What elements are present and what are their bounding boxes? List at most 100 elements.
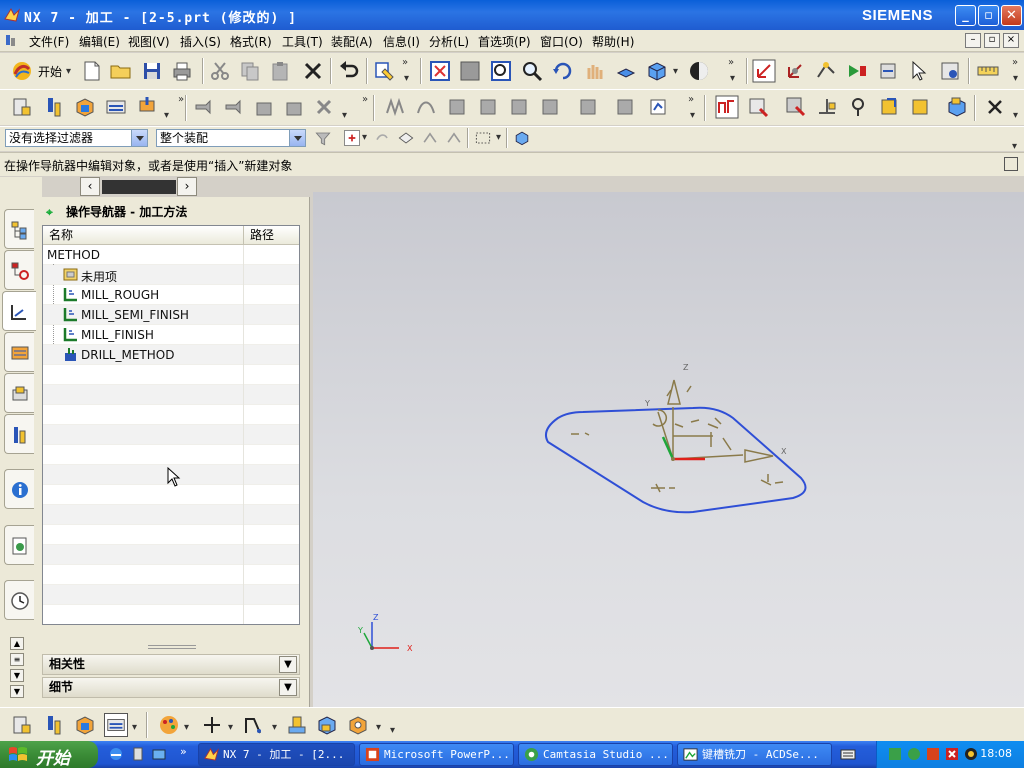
save-icon[interactable] (140, 59, 164, 83)
doc-minimize-button[interactable]: – (965, 33, 981, 48)
feeds-speeds-icon[interactable] (715, 95, 739, 119)
type-filter-dropdown[interactable]: 没有选择过滤器 (5, 129, 148, 147)
menu-information[interactable]: 信息(I) (383, 33, 420, 50)
scope-dropdown[interactable]: 整个装配 (156, 129, 306, 147)
details-section[interactable]: 细节 ▼ (42, 677, 300, 698)
menu-edit[interactable]: 编辑(E) (79, 33, 120, 50)
tool-path-verify-icon[interactable] (814, 59, 838, 83)
close-toolbar-icon[interactable] (983, 95, 1007, 119)
cam-output-icon[interactable] (613, 95, 637, 119)
select-arrow-icon[interactable] (907, 59, 931, 83)
blank-icon[interactable] (877, 95, 901, 119)
tab-machining-feature-navigator[interactable] (4, 373, 34, 413)
create-geometry-icon[interactable] (73, 95, 97, 119)
tray-security-icon[interactable] (944, 746, 960, 762)
undo-icon[interactable] (337, 59, 361, 83)
block-icon[interactable] (315, 713, 339, 737)
pattern-feature-icon[interactable] (346, 713, 370, 737)
quicklaunch-desktop-icon[interactable] (151, 746, 167, 762)
perspective-icon[interactable] (614, 59, 638, 83)
color-palette-icon[interactable] (157, 713, 181, 737)
minimize-button[interactable]: _ (955, 5, 976, 26)
sketch-curve-icon[interactable] (242, 713, 266, 737)
cut-icon[interactable] (208, 59, 232, 83)
replay-path-icon[interactable] (414, 95, 438, 119)
tree-row-mill-semi-finish[interactable]: MILL_SEMI_FINISH (43, 305, 299, 325)
chevron-down-icon[interactable] (131, 130, 147, 146)
machine-tool-view-icon[interactable] (222, 95, 246, 119)
create-tool-icon[interactable] (42, 95, 66, 119)
edit-op-icon[interactable] (784, 95, 808, 119)
post-output-icon[interactable] (538, 95, 562, 119)
create-geometry-icon[interactable] (73, 713, 97, 737)
list-path-icon[interactable] (445, 95, 469, 119)
copy-icon[interactable] (238, 59, 262, 83)
windows-start-button[interactable]: 开始 (0, 741, 98, 768)
start-app-icon[interactable] (10, 59, 34, 83)
column-header-name[interactable]: 名称 (43, 226, 244, 245)
create-operation-icon[interactable] (135, 95, 159, 119)
menu-assembly[interactable]: 装配(A) (331, 33, 373, 50)
keyboard-language-icon[interactable] (840, 746, 856, 762)
strip-up-arrow[interactable]: ▲ (10, 637, 24, 650)
menu-window[interactable]: 窗口(O) (540, 33, 583, 50)
simulate-machine-icon[interactable] (507, 95, 531, 119)
post-process-icon[interactable] (876, 59, 900, 83)
tab-history[interactable] (4, 469, 34, 509)
measure-icon[interactable] (976, 59, 1000, 83)
rotate-icon[interactable] (551, 59, 575, 83)
scroll-left-button[interactable]: ‹ (80, 177, 100, 196)
menu-help[interactable]: 帮助(H) (592, 33, 634, 50)
print-icon[interactable] (170, 59, 194, 83)
delete-operation-icon[interactable] (312, 95, 336, 119)
quicklaunch-app-icon[interactable] (130, 746, 146, 762)
machine-control-icon[interactable] (746, 95, 770, 119)
tab-assembly-navigator[interactable] (4, 209, 34, 249)
select-faces-icon[interactable] (396, 128, 416, 148)
create-program-icon[interactable] (10, 713, 34, 737)
graphics-viewport[interactable]: Z X Y Z X Y (313, 192, 1024, 707)
geometry-view-icon[interactable] (252, 95, 276, 119)
strip-scroll-down[interactable]: ▼ (10, 685, 24, 698)
menu-tools[interactable]: 工具(T) (282, 33, 323, 50)
shaded-view-icon[interactable] (645, 59, 669, 83)
menu-file[interactable]: 文件(F) (29, 33, 69, 50)
select-features-icon[interactable] (444, 128, 464, 148)
doc-restore-button[interactable]: ▫ (984, 33, 1000, 48)
menu-analysis[interactable]: 分析(L) (429, 33, 469, 50)
tab-history-palette[interactable] (4, 580, 34, 620)
tray-red-icon[interactable] (925, 746, 941, 762)
generate-path-icon[interactable] (383, 95, 407, 119)
task-camtasia[interactable]: Camtasia Studio ... (518, 743, 673, 766)
close-button[interactable]: ✕ (1001, 5, 1022, 26)
new-file-icon[interactable] (80, 59, 104, 83)
shop-documentation-icon[interactable] (576, 95, 600, 119)
tab-constraint-navigator[interactable] (4, 250, 34, 290)
unblank-icon[interactable] (908, 95, 932, 119)
point-icon[interactable] (200, 713, 224, 737)
object-display-icon[interactable] (846, 95, 870, 119)
pin-icon[interactable]: ⌖ (46, 205, 58, 220)
scroll-right-button[interactable]: › (177, 177, 197, 196)
menu-format[interactable]: 格式(R) (230, 33, 272, 50)
doc-close-button[interactable]: × (1003, 33, 1019, 48)
zoom-window-icon[interactable] (489, 59, 513, 83)
program-order-view-icon[interactable] (192, 95, 216, 119)
create-method-icon[interactable] (104, 713, 128, 737)
zoom-region-icon[interactable] (458, 59, 482, 83)
menu-insert[interactable]: 插入(S) (180, 33, 221, 50)
wcs-display-icon[interactable] (752, 59, 776, 83)
edit-object-icon[interactable] (373, 59, 397, 83)
method-view-icon[interactable] (282, 95, 306, 119)
dependencies-section[interactable]: 相关性 ▼ (42, 654, 300, 675)
tree-row-unused[interactable]: 未用项 (43, 265, 299, 285)
display-mode-icon[interactable] (687, 59, 711, 83)
deselect-icon[interactable] (372, 128, 392, 148)
part-navigator-icon[interactable] (945, 95, 969, 119)
tab-tool-library[interactable] (4, 414, 34, 454)
tree-row-mill-rough[interactable]: MILL_ROUGH (43, 285, 299, 305)
ie-quicklaunch-icon[interactable] (108, 746, 124, 762)
strip-menu-arrow[interactable]: ≡ (10, 653, 24, 666)
wcs-orient-icon[interactable] (783, 59, 807, 83)
tray-app-icon[interactable] (887, 746, 903, 762)
